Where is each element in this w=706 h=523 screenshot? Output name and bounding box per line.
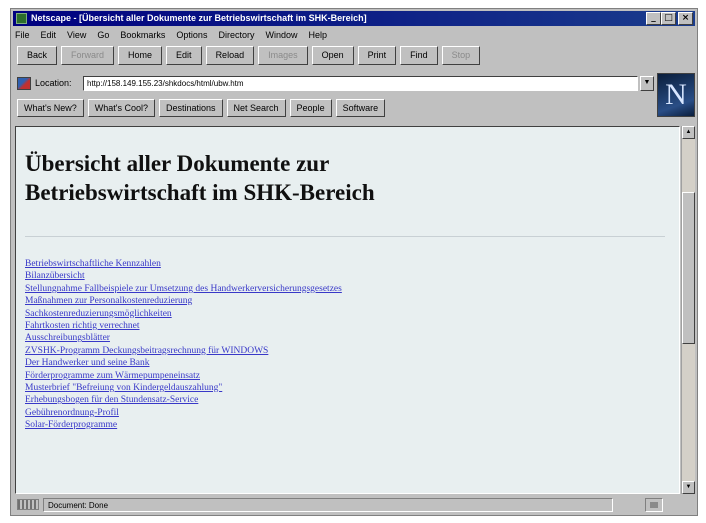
doc-link-waermepumpe[interactable]: Förderprogramme zum Wärmepumpeneinsatz (25, 371, 200, 381)
edit-button[interactable]: Edit (166, 46, 202, 65)
print-button[interactable]: Print (357, 46, 397, 65)
scrollbar-thumb[interactable] (682, 192, 695, 344)
doc-link-fahrtkosten[interactable]: Fahrtkosten richtig verrechnet (25, 321, 140, 331)
page-title-line-1: Übersicht aller Dokumente zur (25, 151, 330, 176)
netscape-app-icon[interactable] (16, 13, 27, 24)
people-button[interactable]: People (289, 99, 332, 117)
doc-link-sachkosten[interactable]: Sachkostenreduzierungsmöglichkeiten (25, 309, 172, 319)
doc-link-gebuehrenordnung[interactable]: Gebührenordnung-Profil (25, 408, 119, 418)
menu-bookmarks[interactable]: Bookmarks (120, 28, 165, 42)
stop-button[interactable]: Stop (441, 46, 481, 65)
security-lock-icon[interactable] (645, 498, 663, 512)
connection-status-icon (17, 499, 39, 510)
doc-link-bilanz[interactable]: Bilanzübersicht (25, 271, 85, 281)
location-bar: Location: http://158.149.155.23/shkdocs/… (17, 75, 657, 93)
destinations-button[interactable]: Destinations (158, 99, 223, 117)
menu-help[interactable]: Help (308, 28, 327, 42)
title-bar[interactable]: Netscape - [Übersicht aller Dokumente zu… (13, 11, 695, 26)
maximize-button[interactable]: □ (661, 12, 676, 25)
directory-buttons: What's New? What's Cool? Destinations Ne… (17, 99, 389, 117)
doc-link-ausschreibung[interactable]: Ausschreibungsblätter (25, 333, 110, 343)
forward-button[interactable]: Forward (61, 46, 115, 65)
doc-link-bank[interactable]: Der Handwerker und seine Bank (25, 358, 150, 368)
menu-window[interactable]: Window (265, 28, 297, 42)
status-text: Document: Done (43, 498, 613, 512)
browser-window: Netscape - [Übersicht aller Dokumente zu… (10, 8, 698, 516)
minimize-button[interactable]: _ (646, 12, 661, 25)
document-link-list: Betriebswirtschaftliche Kennzahlen Bilan… (25, 258, 665, 431)
whats-cool-button[interactable]: What's Cool? (87, 99, 155, 117)
find-button[interactable]: Find (400, 46, 438, 65)
menu-file[interactable]: File (15, 28, 30, 42)
doc-link-deckungsbeitrag[interactable]: ZVSHK-Programm Deckungsbeitragsrechnung … (25, 346, 268, 356)
navigation-toolbar: Back Forward Home Edit Reload Images Ope… (17, 46, 484, 65)
doc-link-personalkosten[interactable]: Maßnahmen zur Personalkostenreduzierung (25, 296, 192, 306)
close-button[interactable]: × (678, 12, 693, 25)
doc-link-kennzahlen[interactable]: Betriebswirtschaftliche Kennzahlen (25, 259, 161, 269)
reload-button[interactable]: Reload (205, 46, 255, 65)
whats-new-button[interactable]: What's New? (17, 99, 84, 117)
page-content: Übersicht aller Dokumente zur Betriebswi… (15, 126, 680, 494)
menu-directory[interactable]: Directory (218, 28, 254, 42)
horizontal-rule (25, 236, 665, 237)
location-label: Location: (35, 78, 72, 88)
doc-link-stundensatz[interactable]: Erhebungsbogen für den Stundensatz-Servi… (25, 395, 198, 405)
menu-options[interactable]: Options (176, 28, 207, 42)
scroll-up-icon[interactable]: ▲ (682, 126, 695, 139)
bookmark-icon[interactable] (17, 77, 31, 90)
menu-edit[interactable]: Edit (41, 28, 57, 42)
back-button[interactable]: Back (17, 46, 58, 65)
menu-view[interactable]: View (67, 28, 86, 42)
page-title: Übersicht aller Dokumente zur Betriebswi… (25, 149, 665, 207)
location-dropdown-icon[interactable]: ▼ (640, 76, 654, 91)
status-bar: Document: Done (13, 497, 695, 513)
window-controls: _ □ × (646, 12, 693, 25)
images-button[interactable]: Images (258, 46, 308, 65)
net-search-button[interactable]: Net Search (226, 99, 286, 117)
netscape-logo-icon[interactable]: N (657, 73, 695, 117)
doc-link-musterbrief[interactable]: Musterbrief "Befreiung von Kindergeldaus… (25, 383, 222, 393)
menu-bar: File Edit View Go Bookmarks Options Dire… (15, 28, 327, 42)
page-title-line-2: Betriebswirtschaft im SHK-Bereich (25, 180, 375, 205)
menu-go[interactable]: Go (97, 28, 109, 42)
open-button[interactable]: Open (311, 46, 354, 65)
home-button[interactable]: Home (118, 46, 163, 65)
software-button[interactable]: Software (335, 99, 386, 117)
vertical-scrollbar[interactable]: ▲ ▼ (681, 126, 695, 494)
doc-link-handwerkerversicherung[interactable]: Stellungnahme Fallbeispiele zur Umsetzun… (25, 284, 342, 294)
scroll-down-icon[interactable]: ▼ (682, 481, 695, 494)
resize-grip-icon[interactable] (667, 498, 691, 512)
window-title: Netscape - [Übersicht aller Dokumente zu… (31, 13, 367, 23)
doc-link-solar[interactable]: Solar-Förderprogramme (25, 420, 117, 430)
location-input[interactable]: http://158.149.155.23/shkdocs/html/ubw.h… (83, 76, 638, 91)
